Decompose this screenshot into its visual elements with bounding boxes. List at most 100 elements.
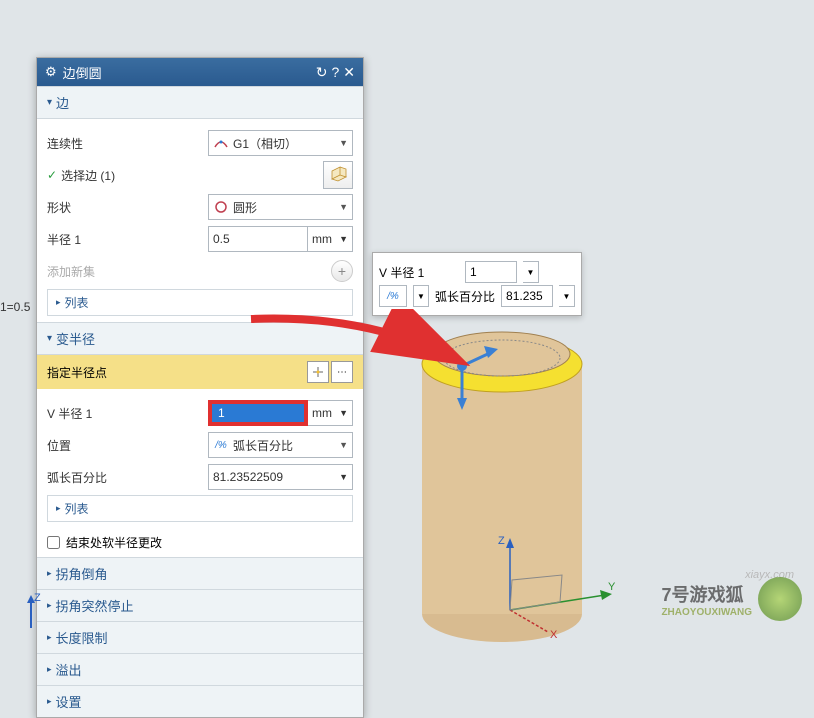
v-radius1-unit-select[interactable]: mm ▼ — [308, 400, 353, 426]
radius1-unit: mm — [312, 232, 332, 246]
section-settings[interactable]: ▸ 设置 — [37, 685, 363, 717]
tangent-icon — [213, 135, 229, 151]
circle-shape-icon — [213, 199, 229, 215]
shape-row: 形状 圆形 ▼ — [47, 193, 353, 221]
select-edge-button[interactable] — [323, 161, 353, 189]
svg-text:Z: Z — [498, 535, 505, 547]
axis-triad: Z Y X — [490, 530, 630, 640]
chevron-down-icon: ▾ — [47, 97, 52, 108]
section-length-limit[interactable]: ▸ 长度限制 — [37, 621, 363, 653]
position-row: 位置 /% 弧长百分比 ▼ — [47, 431, 353, 459]
svg-text:Y: Y — [608, 581, 616, 593]
corner-fillet-label: 拐角倒角 — [56, 564, 108, 583]
edge-list-expand[interactable]: ▸ 列表 — [47, 289, 353, 316]
section-edge-header[interactable]: ▾ 边 — [37, 86, 363, 119]
chevron-right-icon: ▸ — [47, 632, 52, 643]
position-select[interactable]: /% 弧长百分比 ▼ — [208, 432, 353, 458]
radius1-unit-select[interactable]: mm ▼ — [308, 226, 353, 252]
fp-vradius-input[interactable]: 1 — [465, 261, 517, 283]
add-set-button[interactable]: + — [331, 260, 353, 282]
close-icon[interactable]: ✕ — [343, 64, 355, 81]
chevron-right-icon: ▸ — [47, 696, 52, 707]
specify-point-label: 指定半径点 — [47, 364, 305, 381]
arc-percent-value: 81.23522509 — [213, 470, 283, 484]
position-label: 位置 — [47, 437, 208, 454]
cube-edge-icon — [328, 165, 348, 185]
edge-blend-dialog: ⚙ 边倒圆 ↻ ? ✕ ▾ 边 连续性 G1（相切） ▼ ✓ 选择边 (1) — [36, 57, 364, 718]
svg-text:X: X — [550, 629, 558, 640]
settings-label: 设置 — [56, 692, 82, 711]
v-radius1-input[interactable]: 1 — [208, 400, 308, 426]
arc-percent-row: 弧长百分比 81.23522509 ▼ — [47, 463, 353, 491]
chevron-down-icon: ▼ — [339, 440, 348, 450]
plus-icon: + — [338, 263, 346, 279]
continuity-row: 连续性 G1（相切） ▼ — [47, 129, 353, 157]
chevron-down-icon: ▼ — [339, 202, 348, 212]
fp-arc-label: 弧长百分比 — [435, 288, 495, 305]
radius1-row: 半径 1 0.5 mm ▼ — [47, 225, 353, 253]
select-edge-row[interactable]: ✓ 选择边 (1) — [47, 161, 353, 189]
continuity-value: G1（相切） — [233, 135, 297, 152]
section-corner-fillet[interactable]: ▸ 拐角倒角 — [37, 557, 363, 589]
fp-vradius-row: V 半径 1 1 ▼ — [379, 261, 575, 283]
specify-point-row[interactable]: 指定半径点 ⋯ — [37, 355, 363, 389]
percent-arc-icon: /% — [213, 437, 229, 453]
watermark: 7号游戏狐 ZHAOYOUXIWANG — [661, 577, 802, 621]
chevron-right-icon: ▸ — [47, 664, 52, 675]
var-radius-list-label: 列表 — [65, 500, 89, 517]
fp-percent-button[interactable]: /% — [379, 285, 407, 307]
v-radius1-label: V 半径 1 — [47, 405, 208, 422]
svg-text:Z: Z — [34, 593, 41, 604]
percent-icon: /% — [387, 291, 399, 302]
dialog-title: 边倒圆 — [63, 63, 312, 82]
point-icon — [311, 365, 325, 379]
axis-indicator-z: Z — [16, 593, 46, 633]
var-radius-list-expand[interactable]: ▸ 列表 — [47, 495, 353, 522]
watermark-logo-icon — [758, 577, 802, 621]
watermark-subtext: ZHAOYOUXIWANG — [661, 607, 752, 618]
radius1-input[interactable]: 0.5 — [208, 226, 308, 252]
radius1-value: 0.5 — [213, 232, 230, 246]
chevron-right-icon: ▸ — [47, 600, 52, 611]
shape-select[interactable]: 圆形 ▼ — [208, 194, 353, 220]
section-corner-stop[interactable]: ▸ 拐角突然停止 — [37, 589, 363, 621]
soft-radius-label: 结束处软半径更改 — [66, 534, 162, 551]
corner-stop-label: 拐角突然停止 — [56, 596, 134, 615]
chevron-down-icon: ▼ — [339, 472, 348, 482]
checkmark-icon: ✓ — [47, 168, 57, 182]
select-edge-label: 选择边 (1) — [61, 167, 323, 184]
soft-radius-row[interactable]: 结束处软半径更改 — [37, 528, 363, 557]
on-canvas-input-panel[interactable]: V 半径 1 1 ▼ /% ▼ 弧长百分比 81.235 ▼ — [372, 252, 582, 316]
point-picker-button[interactable] — [307, 361, 329, 383]
fp-arc-input[interactable]: 81.235 — [501, 285, 553, 307]
fp-percent-dropdown[interactable]: ▼ — [413, 285, 429, 307]
position-value: 弧长百分比 — [233, 437, 293, 454]
v-radius1-unit: mm — [312, 406, 332, 420]
fp-arc-value: 81.235 — [506, 289, 543, 303]
radius1-label: 半径 1 — [47, 231, 208, 248]
shape-value: 圆形 — [233, 199, 257, 216]
dialog-titlebar[interactable]: ⚙ 边倒圆 ↻ ? ✕ — [37, 58, 363, 86]
section-var-radius-body: V 半径 1 1 mm ▼ 位置 /% 弧长百分比 ▼ 弧长百分比 81.235… — [37, 389, 363, 528]
chevron-right-icon: ▸ — [56, 297, 61, 308]
chevron-right-icon: ▸ — [47, 568, 52, 579]
section-var-radius-title: 变半径 — [56, 329, 95, 348]
fp-arc-dropdown[interactable]: ▼ — [559, 285, 575, 307]
section-var-radius-header[interactable]: ▾ 变半径 — [37, 322, 363, 355]
section-overflow[interactable]: ▸ 溢出 — [37, 653, 363, 685]
help-icon[interactable]: ? — [331, 64, 339, 80]
point-options-button[interactable]: ⋯ — [331, 361, 353, 383]
section-edge-title: 边 — [56, 93, 69, 112]
soft-radius-checkbox[interactable] — [47, 536, 60, 549]
refresh-icon[interactable]: ↻ — [316, 64, 328, 81]
chevron-right-icon: ▸ — [56, 503, 61, 514]
continuity-select[interactable]: G1（相切） ▼ — [208, 130, 353, 156]
chevron-down-icon: ▼ — [339, 234, 348, 244]
fp-vradius-label: V 半径 1 — [379, 264, 459, 281]
chevron-down-icon: ▼ — [339, 138, 348, 148]
fp-vradius-dropdown[interactable]: ▼ — [523, 261, 539, 283]
add-set-label: 添加新集 — [47, 263, 331, 280]
edge-list-label: 列表 — [65, 294, 89, 311]
arc-percent-input[interactable]: 81.23522509 ▼ — [208, 464, 353, 490]
add-set-row: 添加新集 + — [47, 257, 353, 285]
